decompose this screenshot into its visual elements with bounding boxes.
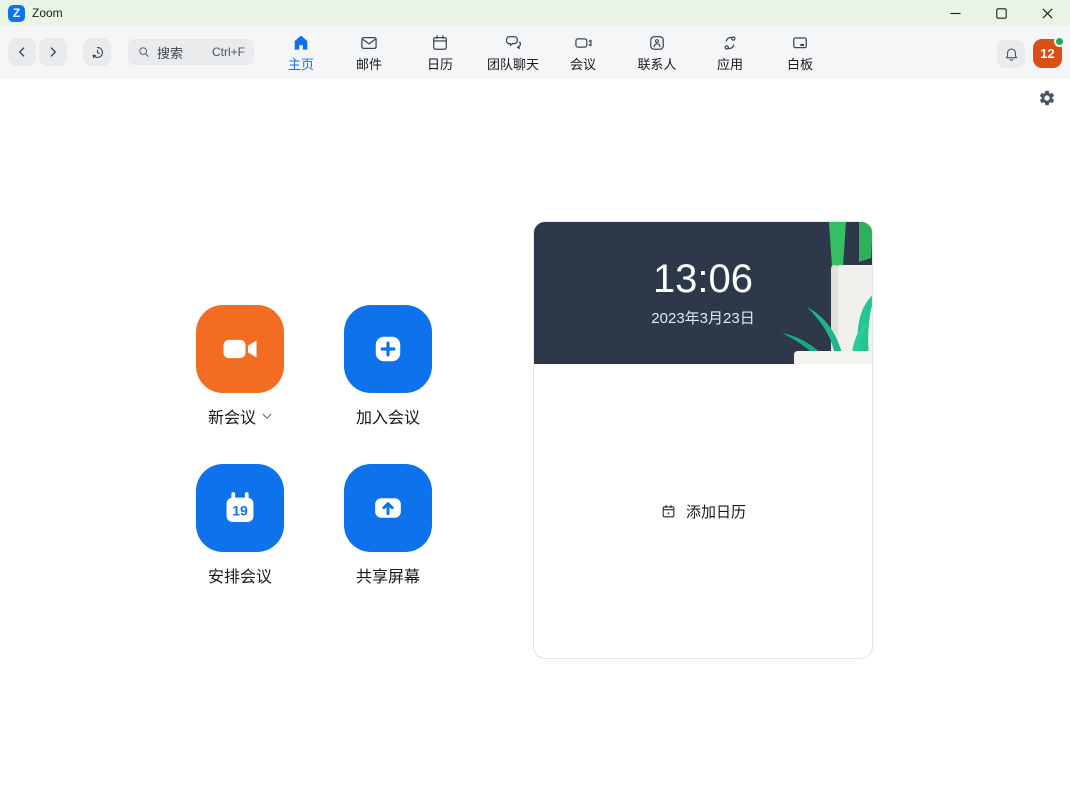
avatar-label: 12: [1040, 46, 1054, 61]
share-screen-action: 共享屏幕: [344, 464, 432, 587]
calendar-icon: [430, 33, 450, 53]
tab-whiteboard[interactable]: 白板: [762, 33, 838, 73]
new-meeting-label: 新会议: [208, 404, 256, 428]
forward-button[interactable]: [39, 38, 67, 66]
schedule-meeting-label: 安排会议: [208, 563, 272, 587]
home-content: 新会议 加入会议 19 安排会议: [0, 78, 1070, 800]
minimize-icon: [950, 8, 961, 19]
new-meeting-button[interactable]: [196, 305, 284, 393]
tab-calendar[interactable]: 日历: [402, 33, 478, 73]
add-calendar-icon: [660, 503, 677, 520]
search-icon: [137, 45, 151, 59]
tab-contacts[interactable]: 联系人: [619, 33, 695, 73]
clock-header: 13:06 2023年3月23日: [534, 222, 872, 364]
apps-icon: [720, 33, 740, 53]
share-screen-button[interactable]: [344, 464, 432, 552]
share-screen-label: 共享屏幕: [356, 563, 420, 587]
window-title: Zoom: [32, 6, 63, 20]
search-input[interactable]: 搜索 Ctrl+F: [128, 39, 254, 65]
notifications-button[interactable]: [997, 40, 1025, 68]
home-icon: [291, 33, 311, 53]
mail-icon: [359, 33, 379, 53]
gear-icon: [1038, 89, 1056, 107]
arrow-up-icon: [366, 486, 410, 530]
maximize-button[interactable]: [978, 0, 1024, 26]
new-meeting-action: 新会议: [196, 305, 284, 428]
whiteboard-icon: [790, 33, 810, 53]
add-calendar-label: 添加日历: [686, 501, 746, 522]
join-meeting-action: 加入会议: [344, 305, 432, 428]
search-shortcut: Ctrl+F: [212, 45, 245, 59]
calendar-19-icon: 19: [218, 486, 262, 530]
tab-mail[interactable]: 邮件: [331, 33, 407, 73]
settings-button[interactable]: [1038, 89, 1058, 109]
join-meeting-button[interactable]: [344, 305, 432, 393]
video-camera-icon: [218, 327, 262, 371]
chevron-down-icon[interactable]: [262, 413, 272, 420]
chevron-right-icon: [45, 44, 61, 60]
chat-icon: [503, 33, 523, 53]
plant-illustration: [534, 222, 872, 364]
widget-body: 添加日历: [534, 364, 872, 658]
zoom-logo-icon: Z: [8, 5, 25, 22]
video-camera-icon: [573, 33, 593, 53]
history-icon: [89, 44, 106, 61]
tab-home[interactable]: 主页: [263, 33, 339, 73]
chevron-left-icon: [14, 44, 30, 60]
minimize-button[interactable]: [932, 0, 978, 26]
avatar[interactable]: 12: [1033, 39, 1062, 68]
tab-apps[interactable]: 应用: [692, 33, 768, 73]
schedule-meeting-action: 19 安排会议: [196, 464, 284, 587]
bell-icon: [1003, 46, 1020, 63]
presence-dot: [1054, 36, 1065, 47]
close-icon: [1042, 8, 1053, 19]
titlebar: Z Zoom: [0, 0, 1070, 26]
back-button[interactable]: [8, 38, 36, 66]
tab-meetings[interactable]: 会议: [545, 33, 621, 73]
history-button[interactable]: [83, 38, 111, 66]
search-placeholder: 搜索: [157, 43, 183, 62]
add-calendar-button[interactable]: 添加日历: [660, 501, 746, 522]
contacts-icon: [647, 33, 667, 53]
tab-team-chat[interactable]: 团队聊天: [475, 33, 551, 73]
svg-text:19: 19: [232, 502, 248, 518]
join-meeting-label: 加入会议: [356, 404, 420, 428]
close-button[interactable]: [1024, 0, 1070, 26]
maximize-icon: [996, 8, 1007, 19]
plus-icon: [366, 327, 410, 371]
schedule-meeting-button[interactable]: 19: [196, 464, 284, 552]
toolbar: 搜索 Ctrl+F 主页 邮件 日历 团队聊天: [0, 26, 1070, 78]
window-controls: [932, 0, 1070, 26]
calendar-widget: 13:06 2023年3月23日 添加日历: [533, 221, 873, 659]
